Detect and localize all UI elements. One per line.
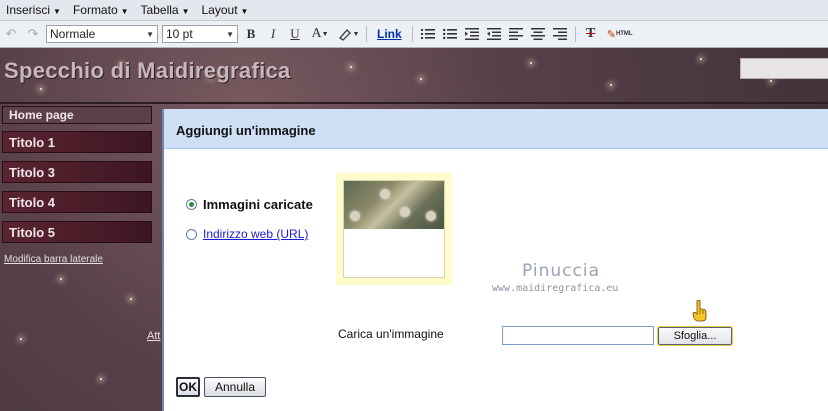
menu-formato[interactable]: Formato ▼ [73, 3, 129, 17]
thumbnail-image [344, 181, 444, 229]
redo-icon[interactable]: ↷ [24, 25, 42, 43]
highlighter-icon [338, 28, 351, 41]
radio-url-label[interactable]: Indirizzo web (URL) [203, 227, 308, 241]
sidebar-item-home[interactable]: Home page [2, 106, 152, 124]
toolbar-separator [366, 26, 367, 42]
sidebar-item-titolo-3[interactable]: Titolo 3 [2, 161, 152, 183]
font-color-icon: A [311, 26, 322, 41]
sidebar-item-titolo-4[interactable]: Titolo 4 [2, 191, 152, 213]
cancel-button[interactable]: Annulla [204, 377, 266, 397]
partial-link[interactable]: Att [147, 330, 160, 342]
numbered-list-icon[interactable] [419, 25, 437, 43]
dialog-title: Aggiungi un'immagine [176, 123, 316, 138]
toolbar-separator [574, 26, 576, 42]
watermark-name: Pinuccia [522, 261, 600, 281]
image-thumbnail[interactable] [343, 180, 445, 278]
blog-title: Specchio di Maidiregrafica [4, 58, 291, 83]
link-button[interactable]: Link [377, 27, 402, 41]
style-select[interactable]: Normale ▼ [46, 25, 158, 43]
align-center-icon[interactable] [529, 25, 547, 43]
indent-icon[interactable] [463, 25, 481, 43]
pencil-icon: ✎ [606, 28, 616, 41]
radio-selected-icon[interactable] [186, 199, 197, 210]
bold-button[interactable]: B [242, 25, 260, 43]
image-thumbnail-frame[interactable] [336, 173, 452, 285]
menu-bar: Inserisci ▼ Formato ▼ Tabella ▼ Layout ▼ [0, 0, 828, 21]
radio-uploaded-images[interactable]: Immagini caricate [186, 197, 313, 212]
font-size-select[interactable]: 10 pt ▼ [162, 25, 238, 43]
align-right-icon[interactable] [551, 25, 569, 43]
remove-format-button[interactable]: T [582, 25, 600, 43]
highlight-button[interactable]: ▼ [336, 25, 360, 43]
italic-button[interactable]: I [264, 25, 282, 43]
menu-tabella[interactable]: Tabella ▼ [141, 3, 190, 17]
ok-button[interactable]: OK [176, 377, 200, 397]
outdent-icon[interactable] [485, 25, 503, 43]
remove-format-icon: T [586, 26, 596, 41]
radio-web-url[interactable]: Indirizzo web (URL) [186, 227, 308, 241]
edit-html-button[interactable]: ✎ HTML [604, 25, 636, 43]
radio-unselected-icon[interactable] [186, 228, 197, 240]
dialog-header: Aggiungi un'immagine [164, 109, 828, 149]
font-color-button[interactable]: A ▼ [308, 25, 332, 43]
align-left-icon[interactable] [507, 25, 525, 43]
editor-toolbar: ↶ ↷ Normale ▼ 10 pt ▼ B I U A ▼ ▼ Link T ✎ H… [0, 21, 828, 48]
toolbar-separator [411, 26, 413, 42]
sidebar-item-titolo-5[interactable]: Titolo 5 [2, 221, 152, 243]
menu-inserisci[interactable]: Inserisci ▼ [6, 3, 61, 17]
radio-uploaded-label: Immagini caricate [203, 197, 313, 212]
sidebar-item-titolo-1[interactable]: Titolo 1 [2, 131, 152, 153]
underline-button[interactable]: U [286, 25, 304, 43]
watermark-url: www.maidiregrafica.eu [492, 283, 619, 294]
file-path-input[interactable] [502, 326, 654, 345]
menu-layout[interactable]: Layout ▼ [202, 3, 249, 17]
add-image-dialog: Aggiungi un'immagine Immagini caricate I… [162, 109, 828, 411]
undo-icon[interactable]: ↶ [2, 25, 20, 43]
browse-button[interactable]: Sfoglia... [658, 327, 732, 345]
upload-image-label: Carica un'immagine [338, 327, 444, 341]
edit-sidebar-link[interactable]: Modifica barra laterale [4, 254, 103, 265]
hand-cursor-icon [692, 300, 707, 322]
blog-header-divider [0, 102, 828, 104]
bullet-list-icon[interactable] [441, 25, 459, 43]
blog-search-box[interactable] [740, 58, 828, 79]
